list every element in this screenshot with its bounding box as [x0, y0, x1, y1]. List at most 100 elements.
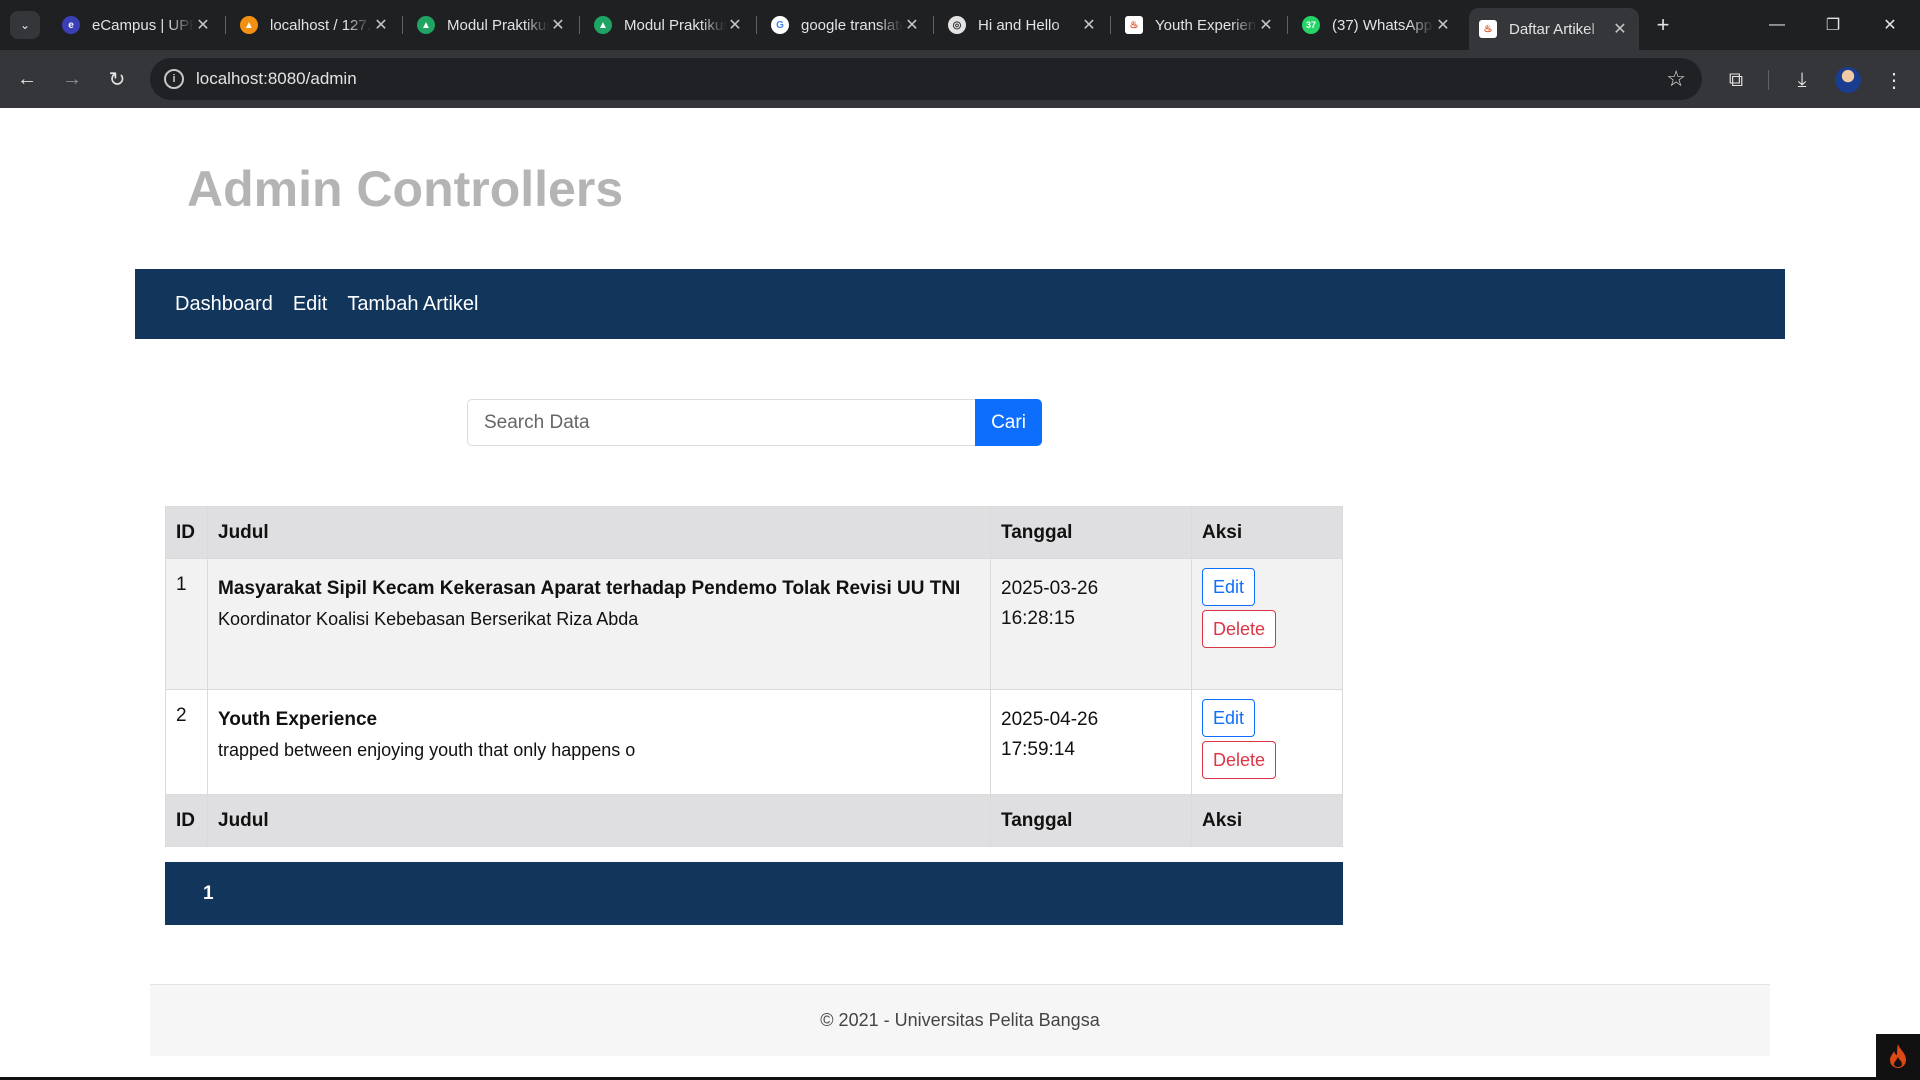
- close-tab-icon[interactable]: ✕: [1611, 19, 1629, 39]
- delete-button[interactable]: Delete: [1202, 610, 1277, 648]
- extensions-icon[interactable]: ⧉: [1722, 66, 1750, 94]
- browser-tab[interactable]: e eCampus | UPB ✕: [52, 8, 222, 42]
- close-tab-icon[interactable]: ✕: [194, 15, 212, 35]
- forward-icon[interactable]: →: [57, 64, 87, 94]
- tab-title: Modul Praktikum: [624, 16, 726, 34]
- edit-button[interactable]: Edit: [1202, 568, 1256, 606]
- page-footer: © 2021 - Universitas Pelita Bangsa: [150, 984, 1770, 1056]
- article-date: 2025-04-26: [1001, 709, 1099, 730]
- cell-aksi: Edit Delete: [1191, 689, 1343, 795]
- cell-aksi: Edit Delete: [1191, 558, 1343, 690]
- footer-id: ID: [165, 794, 208, 847]
- browser-tab[interactable]: ♨ Youth Experience ✕: [1115, 8, 1285, 42]
- site-info-icon[interactable]: i: [164, 69, 184, 89]
- close-tab-icon[interactable]: ✕: [903, 15, 921, 35]
- table-footer-row: ID Judul Tanggal Aksi: [165, 794, 1343, 847]
- cell-id: 1: [165, 558, 208, 690]
- browser-tab[interactable]: G google translate ✕: [761, 8, 931, 42]
- article-date: 2025-03-26: [1001, 578, 1099, 599]
- tab-title: google translate: [801, 16, 903, 34]
- delete-button[interactable]: Delete: [1202, 741, 1277, 779]
- cell-tanggal: 2025-04-26 17:59:14: [990, 689, 1192, 795]
- edit-button[interactable]: Edit: [1202, 699, 1256, 737]
- browser-tab-active[interactable]: ♨ Daftar Artikel ✕: [1469, 8, 1639, 50]
- search-form: Cari: [467, 399, 1042, 446]
- footer-tanggal: Tanggal: [990, 794, 1192, 847]
- tab-title: Daftar Artikel: [1509, 20, 1595, 38]
- tab-title: localhost / 127.0.0.1: [270, 16, 372, 34]
- nav-link-edit[interactable]: Edit: [293, 293, 327, 316]
- table-header-row: ID Judul Tanggal Aksi: [165, 506, 1343, 559]
- header-tanggal: Tanggal: [990, 506, 1192, 559]
- profile-avatar[interactable]: [1835, 67, 1861, 93]
- close-window-icon[interactable]: ✕: [1870, 10, 1910, 40]
- close-tab-icon[interactable]: ✕: [372, 15, 390, 35]
- cell-judul: Masyarakat Sipil Kecam Kekerasan Aparat …: [207, 558, 991, 690]
- tab-title: Hi and Hello: [978, 16, 1060, 34]
- browser-tab[interactable]: ▲ localhost / 127.0.0.1 ✕: [230, 8, 400, 42]
- restore-icon[interactable]: ❐: [1813, 10, 1853, 40]
- article-time: 16:28:15: [1001, 608, 1075, 629]
- whatsapp-favicon-icon: 37: [1302, 16, 1320, 34]
- page-title: Admin Controllers: [187, 161, 624, 217]
- bookmark-star-icon[interactable]: ☆: [1666, 66, 1686, 92]
- admin-navbar: Dashboard Edit Tambah Artikel: [135, 269, 1785, 339]
- google-favicon-icon: G: [771, 16, 789, 34]
- browser-tab[interactable]: 37 (37) WhatsApp ✕: [1292, 8, 1462, 42]
- nav-link-tambah-artikel[interactable]: Tambah Artikel: [347, 293, 478, 316]
- phpmyadmin-favicon-icon: ▲: [240, 16, 258, 34]
- cell-tanggal: 2025-03-26 16:28:15: [990, 558, 1192, 690]
- articles-table: ID Judul Tanggal Aksi 1 Masyarakat Sipil…: [165, 506, 1343, 847]
- tab-title: (37) WhatsApp: [1332, 16, 1433, 34]
- tab-title: Youth Experience: [1155, 16, 1257, 34]
- chatgpt-favicon-icon: ◎: [948, 16, 966, 34]
- article-title: Masyarakat Sipil Kecam Kekerasan Aparat …: [218, 578, 961, 599]
- tab-title: eCampus | UPB: [92, 16, 194, 34]
- search-input[interactable]: [467, 399, 975, 446]
- codeigniter-favicon-icon: ♨: [1125, 16, 1143, 34]
- cell-judul: Youth Experience trapped between enjoyin…: [207, 689, 991, 795]
- drive-favicon-icon: ▲: [417, 16, 435, 34]
- close-tab-icon[interactable]: ✕: [1434, 15, 1452, 35]
- footer-judul: Judul: [207, 794, 991, 847]
- table-row: 2 Youth Experience trapped between enjoy…: [165, 689, 1343, 795]
- search-button[interactable]: Cari: [975, 399, 1042, 446]
- download-icon[interactable]: ⤓: [1788, 66, 1816, 94]
- close-tab-icon[interactable]: ✕: [1257, 15, 1275, 35]
- menu-kebab-icon[interactable]: ⋮: [1880, 66, 1908, 94]
- header-judul: Judul: [207, 506, 991, 559]
- browser-tab[interactable]: ▲ Modul Praktikum ✕: [407, 8, 577, 42]
- url-text: localhost:8080/admin: [196, 69, 357, 88]
- ecampus-favicon-icon: e: [62, 16, 80, 34]
- article-excerpt: Koordinator Koalisi Kebebasan Berserikat…: [218, 609, 639, 629]
- cell-id: 2: [165, 689, 208, 795]
- header-aksi: Aksi: [1191, 506, 1343, 559]
- pagination: 1: [165, 862, 1343, 925]
- browser-tab[interactable]: ◎ Hi and Hello ✕: [938, 8, 1108, 42]
- back-icon[interactable]: ←: [12, 64, 42, 94]
- footer-copyright: © 2021 - Universitas Pelita Bangsa: [820, 1010, 1100, 1030]
- new-tab-icon[interactable]: +: [1650, 12, 1676, 38]
- browser-toolbar: ← → ↻ i localhost:8080/admin ☆ ⧉ ⤓ ⋮: [0, 50, 1920, 108]
- close-tab-icon[interactable]: ✕: [549, 15, 567, 35]
- article-title: Youth Experience: [218, 709, 378, 730]
- close-tab-icon[interactable]: ✕: [726, 15, 744, 35]
- browser-tab-strip: ⌄ e eCampus | UPB ✕ ▲ localhost / 127.0.…: [0, 0, 1920, 50]
- header-id: ID: [165, 506, 208, 559]
- footer-aksi: Aksi: [1191, 794, 1343, 847]
- tab-title: Modul Praktikum: [447, 16, 549, 34]
- debug-toolbar-flame-icon[interactable]: [1876, 1034, 1920, 1078]
- reload-icon[interactable]: ↻: [102, 64, 132, 94]
- tab-search-dropdown-icon[interactable]: ⌄: [10, 11, 40, 39]
- browser-tab[interactable]: ▲ Modul Praktikum ✕: [584, 8, 754, 42]
- table-row: 1 Masyarakat Sipil Kecam Kekerasan Apara…: [165, 558, 1343, 690]
- close-tab-icon[interactable]: ✕: [1080, 15, 1098, 35]
- minimize-icon[interactable]: —: [1757, 10, 1797, 40]
- article-time: 17:59:14: [1001, 739, 1075, 760]
- address-bar[interactable]: i localhost:8080/admin ☆: [150, 58, 1702, 100]
- drive-favicon-icon: ▲: [594, 16, 612, 34]
- codeigniter-favicon-icon: ♨: [1479, 20, 1497, 38]
- page-link-current[interactable]: 1: [203, 883, 214, 905]
- nav-link-dashboard[interactable]: Dashboard: [175, 293, 273, 316]
- article-excerpt: trapped between enjoying youth that only…: [218, 740, 636, 760]
